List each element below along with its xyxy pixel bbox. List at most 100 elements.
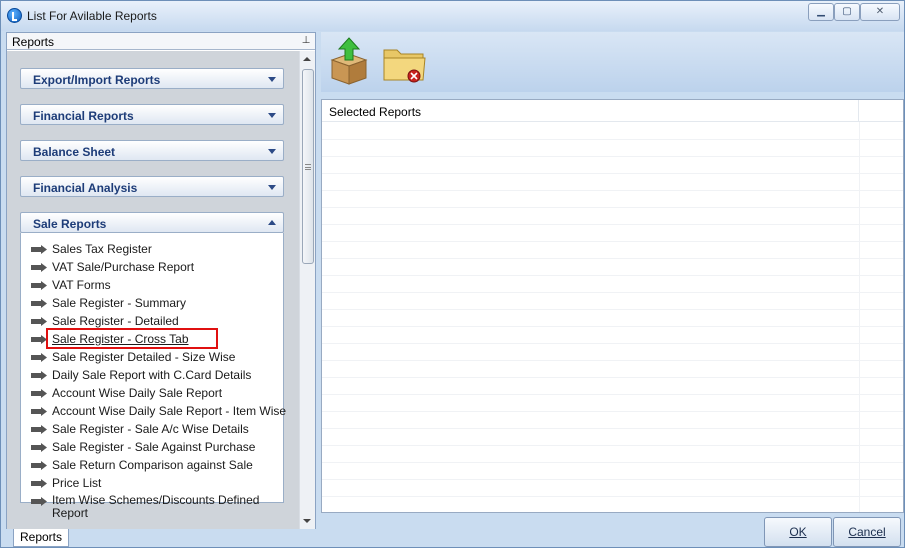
report-item[interactable]: Daily Sale Report with C.Card Details <box>31 367 281 385</box>
close-button[interactable]: ✕ <box>860 3 900 21</box>
grip-icon <box>305 164 311 170</box>
chevron-down-icon <box>268 113 276 118</box>
report-item-label: VAT Sale/Purchase Report <box>52 260 195 274</box>
window-title: List For Avilable Reports <box>27 9 157 23</box>
minimize-button[interactable]: ▁ <box>808 3 834 21</box>
pin-icon[interactable]: ⊥ <box>301 35 311 47</box>
section-label: Export/Import Reports <box>33 73 161 87</box>
arrow-right-icon <box>31 245 47 254</box>
reports-list-area: Export/Import Reports Financial Reports … <box>7 51 299 529</box>
section-export-import-reports[interactable]: Export/Import Reports <box>20 68 284 89</box>
column-header-selected-reports[interactable]: Selected Reports <box>322 100 859 122</box>
section-balance-sheet[interactable]: Balance Sheet <box>20 140 284 161</box>
report-item[interactable]: VAT Forms <box>31 277 281 295</box>
report-item[interactable]: Sale Register - Sale Against Purchase <box>31 439 281 457</box>
maximize-button[interactable]: ▢ <box>834 3 860 21</box>
arrow-right-icon <box>31 479 47 488</box>
grid-column-divider <box>859 122 860 512</box>
report-item[interactable]: Sales Tax Register <box>31 241 281 259</box>
folder-close-icon <box>383 49 426 83</box>
grid-row <box>322 241 903 242</box>
arrow-right-icon <box>31 425 47 434</box>
grid-row <box>322 309 903 310</box>
section-label: Balance Sheet <box>33 145 116 159</box>
chevron-up-icon <box>268 220 276 225</box>
report-item[interactable]: Item Wise Schemes/Discounts Defined Repo… <box>31 493 281 520</box>
reports-scrollbar[interactable] <box>299 51 315 529</box>
report-item-label: Sale Register - Summary <box>52 296 187 310</box>
selected-reports-grid[interactable]: Selected Reports <box>321 99 904 513</box>
tab-reports[interactable]: Reports <box>13 529 69 547</box>
column-header-label: Selected Reports <box>329 105 422 119</box>
report-item-label: Sale Register Detailed - Size Wise <box>52 350 236 364</box>
arrow-right-icon <box>31 263 47 272</box>
arrow-right-icon <box>31 443 47 452</box>
arrow-right-icon <box>31 407 47 416</box>
report-item[interactable]: Sale Return Comparison against Sale <box>31 457 281 475</box>
report-item[interactable]: Sale Register Detailed - Size Wise <box>31 349 281 367</box>
arrow-right-icon <box>31 299 47 308</box>
grid-row <box>322 156 903 157</box>
cancel-button-label: Cancel <box>848 525 886 539</box>
cancel-button[interactable]: Cancel <box>833 517 901 547</box>
report-item[interactable]: Sale Register - Sale A/c Wise Details <box>31 421 281 439</box>
report-item[interactable]: VAT Sale/Purchase Report <box>31 259 281 277</box>
report-item[interactable]: Sale Register - Summary <box>31 295 281 313</box>
grid-row <box>322 173 903 174</box>
sale-reports-list: Sales Tax Register VAT Sale/Purchase Repo… <box>20 233 286 520</box>
section-label: Sale Reports <box>33 217 107 231</box>
scroll-thumb[interactable] <box>302 69 314 264</box>
scroll-up-icon[interactable] <box>303 57 311 61</box>
app-logo-icon <box>7 8 22 23</box>
report-item-label: Price List <box>52 476 102 490</box>
chevron-down-icon <box>268 149 276 154</box>
report-item[interactable]: Account Wise Daily Sale Report <box>31 385 281 403</box>
grid-row <box>322 326 903 327</box>
grid-row <box>322 496 903 497</box>
grid-row <box>322 462 903 463</box>
toolbar <box>321 32 904 92</box>
section-financial-reports[interactable]: Financial Reports <box>20 104 284 125</box>
report-item[interactable]: Sale Register - Cross Tab <box>31 328 281 349</box>
ok-button-label: OK <box>789 525 807 539</box>
report-item[interactable]: Price List <box>31 475 281 493</box>
export-report-button[interactable] <box>326 36 372 86</box>
section-label: Financial Analysis <box>33 181 138 195</box>
reports-panel-header: Reports ⊥ <box>7 33 315 50</box>
arrow-right-icon <box>31 497 47 506</box>
chevron-down-icon <box>268 77 276 82</box>
chevron-down-icon <box>268 185 276 190</box>
title-bar: List For Avilable Reports ▁ ▢ ✕ <box>1 1 904 31</box>
arrow-right-icon <box>31 353 47 362</box>
report-item-label: Account Wise Daily Sale Report <box>52 386 223 400</box>
report-item-label: Sales Tax Register <box>52 242 152 256</box>
report-item[interactable]: Account Wise Daily Sale Report - Item Wi… <box>31 403 286 421</box>
scroll-down-icon[interactable] <box>303 519 311 523</box>
section-label: Financial Reports <box>33 109 134 123</box>
main-window: List For Avilable Reports ▁ ▢ ✕ Reports … <box>0 0 905 548</box>
arrow-right-icon <box>31 389 47 398</box>
report-item-label: Daily Sale Report with C.Card Details <box>52 368 252 382</box>
section-sale-reports[interactable]: Sale Reports <box>20 212 284 233</box>
remove-report-button[interactable] <box>381 36 427 86</box>
report-item-label: Sale Register - Detailed <box>52 314 179 328</box>
report-item-label: Account Wise Daily Sale Report - Item Wi… <box>52 404 287 418</box>
grid-row <box>322 343 903 344</box>
grid-row <box>322 377 903 378</box>
report-item-label: Sale Register - Sale A/c Wise Details <box>52 422 249 436</box>
ok-button[interactable]: OK <box>764 517 832 547</box>
grid-row <box>322 428 903 429</box>
arrow-right-icon <box>31 371 47 380</box>
report-item-label: Sale Register - Sale Against Purchase <box>52 440 256 454</box>
section-financial-analysis[interactable]: Financial Analysis <box>20 176 284 197</box>
arrow-right-icon <box>31 281 47 290</box>
arrow-right-icon <box>31 317 47 326</box>
grid-row <box>322 190 903 191</box>
grid-row <box>322 207 903 208</box>
grid-row <box>322 479 903 480</box>
grid-row <box>322 292 903 293</box>
grid-row <box>322 258 903 259</box>
grid-row <box>322 411 903 412</box>
arrow-right-icon <box>31 461 47 470</box>
grid-header: Selected Reports <box>322 100 903 122</box>
